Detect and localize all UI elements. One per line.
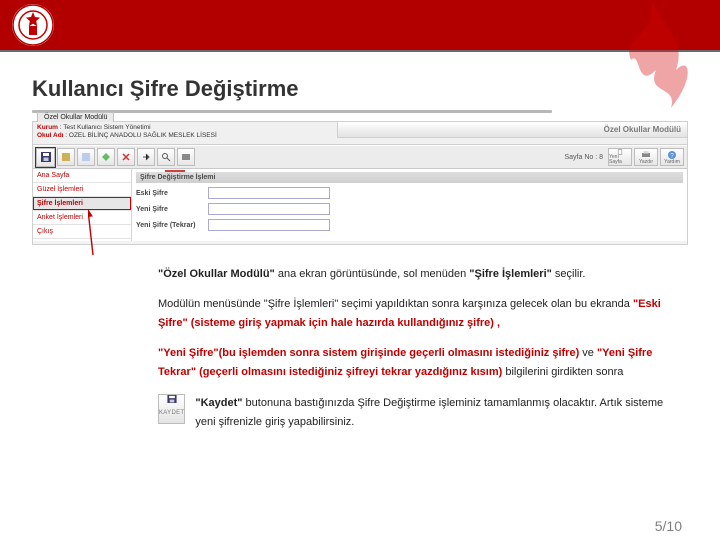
old-pass-label: Eski Şifre (136, 190, 208, 197)
sidebar-item-1[interactable]: Güzel İşlemleri (33, 183, 131, 197)
toolbar-btn-3[interactable] (97, 148, 115, 166)
sidebar-item-survey[interactable]: Anket İşlemleri (33, 211, 131, 225)
bold-module: "Özel Okullar Modülü" (158, 268, 275, 280)
para-2: Modülün menüsünde "Şifre İşlemleri" seçi… (158, 295, 680, 333)
app-screenshot: Özel Okullar Modülü Kurum : Test Kullanı… (32, 121, 688, 245)
bold-save: "Kaydet" (195, 397, 242, 409)
ministry-emblem (12, 4, 54, 46)
sidebar-item-password[interactable]: Şifre İşlemleri (33, 197, 131, 211)
p3e: bilgilerini girdikten sonra (502, 366, 623, 378)
toolbar-btn-7[interactable] (177, 148, 195, 166)
help-button[interactable]: ? Yardım (660, 148, 684, 166)
p1d: seçilir. (552, 268, 586, 280)
sidebar-item-exit[interactable]: Çıkış (33, 225, 131, 239)
p1b: ana ekran görüntüsünde, sol menüden (275, 268, 469, 280)
workarea: Ana Sayfa Güzel İşlemleri Şifre İşlemler… (33, 169, 687, 241)
para-1: "Özel Okullar Modülü" ana ekran görüntüs… (158, 265, 680, 284)
login-key-1: Kurum (37, 124, 58, 131)
print-button[interactable]: Yazdır (634, 148, 658, 166)
bold-password-ops: "Şifre İşlemleri" (469, 268, 552, 280)
save-icon-inline: KAYDET (158, 394, 185, 424)
login-key-2: Okul Adı (37, 132, 63, 139)
sidebar-item-home[interactable]: Ana Sayfa (33, 169, 131, 183)
login-val-1: Test Kullanıcı Sistem Yönetimi (63, 124, 150, 131)
bold-new-pass: "Yeni Şifre" (158, 347, 219, 359)
p3c: ve (579, 347, 597, 359)
field-new-password-again: Yeni Şifre (Tekrar) (136, 219, 683, 231)
flame-watermark (606, 0, 696, 110)
print-label: Yazdır (639, 160, 653, 165)
toolbar: Sayfa No : 8 Yenı Sayfa Yazdır ? Yardım (33, 145, 687, 169)
sidebar: Ana Sayfa Güzel İşlemleri Şifre İşlemler… (33, 169, 132, 241)
save-icon-label: KAYDET (159, 404, 184, 423)
save-instruction-block: KAYDET "Kaydet" butonuna bastığınızda Şi… (158, 394, 680, 432)
p2a: Modülün menüsünde "Şifre İşlemleri" seçi… (158, 298, 633, 310)
save-button[interactable] (36, 148, 55, 167)
page-indicator: Sayfa No : 8 (562, 154, 605, 161)
new-page-label: Yenı Sayfa (609, 155, 631, 165)
new-pass-again-input[interactable] (208, 219, 330, 231)
toolbar-btn-1[interactable] (57, 148, 75, 166)
doc-header (0, 0, 720, 50)
field-old-password: Eski Şifre (136, 187, 683, 199)
module-title-text: Özel Okullar Modülü (604, 125, 681, 134)
para-3: "Yeni Şifre"(bu işlemden sonra sistem gi… (158, 344, 680, 382)
p4b: butonuna bastığınızda Şifre Değiştirme i… (195, 397, 663, 428)
content-panel: Şifre Değiştirme İşlemi Eski Şifre Yeni … (132, 169, 687, 241)
new-pass-label: Yeni Şifre (136, 206, 208, 213)
bold-new-pass-desc: (bu işlemden sonra sistem girişinde geçe… (219, 347, 580, 359)
toolbar-btn-4[interactable] (117, 148, 135, 166)
page-number: 5/10 (655, 518, 682, 534)
help-label: Yardım (664, 160, 680, 165)
old-pass-input[interactable] (208, 187, 330, 199)
panel-title: Şifre Değiştirme İşlemi (136, 172, 683, 183)
new-pass-input[interactable] (208, 203, 330, 215)
app-tab: Özel Okullar Modülü (37, 112, 114, 122)
login-val-2: OZEL BİLİNÇ ANADOLU SAĞLIK MESLEK LİSESİ (69, 132, 217, 139)
instruction-text: "Özel Okullar Modülü" ana ekran görüntüs… (158, 265, 680, 432)
toolbar-btn-2[interactable] (77, 148, 95, 166)
toolbar-btn-5[interactable] (137, 148, 155, 166)
new-page-button[interactable]: Yenı Sayfa (608, 148, 632, 166)
app-module-title: Özel Okullar Modülü (337, 122, 687, 138)
field-new-password: Yeni Şifre (136, 203, 683, 215)
para-4: "Kaydet" butonuna bastığınızda Şifre Değ… (195, 394, 680, 432)
toolbar-btn-6[interactable] (157, 148, 175, 166)
new-pass-again-label: Yeni Şifre (Tekrar) (136, 222, 208, 229)
